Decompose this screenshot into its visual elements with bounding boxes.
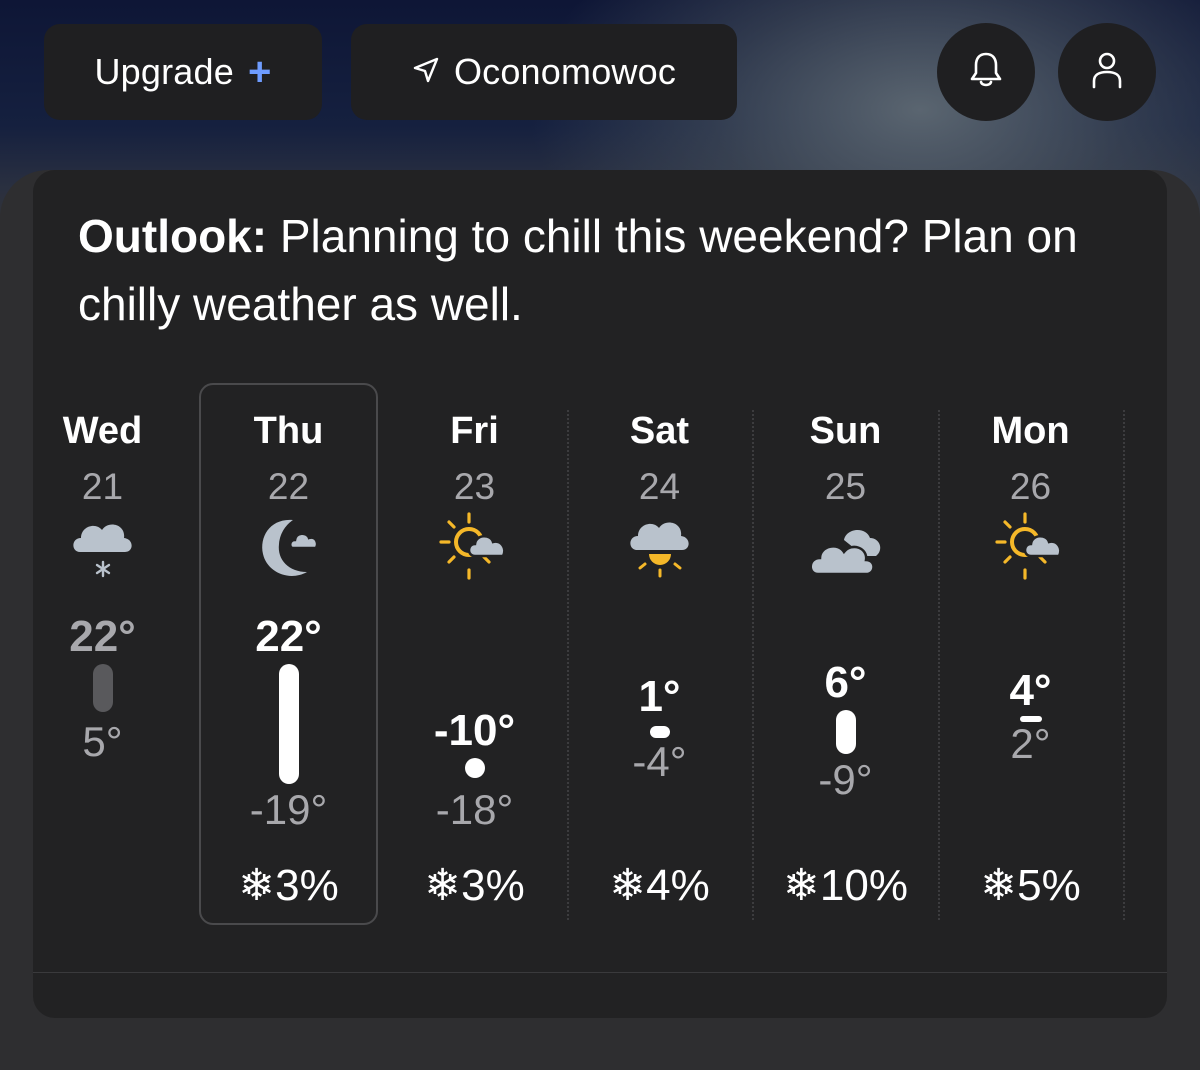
day-column-mon[interactable]: Mon 26 4° 2° ❄5% [938, 410, 1123, 930]
day-name: Thu [253, 410, 324, 452]
day-date: 25 [824, 466, 867, 507]
day-name: Mon [991, 410, 1070, 452]
high-temp: 22° [69, 612, 136, 661]
high-temp: -10° [433, 706, 516, 755]
low-temp: -9° [818, 756, 873, 803]
partly-cloudy-night-icon [196, 510, 381, 600]
outlook-label: Outlook: [78, 210, 268, 262]
day-name: Sat [629, 410, 690, 452]
notifications-button[interactable] [937, 23, 1035, 121]
temp-range-bar [278, 664, 299, 784]
location-button[interactable]: Oconomowoc [351, 24, 737, 120]
snow-chance: ❄10% [783, 861, 908, 910]
high-temp: 4° [1009, 666, 1052, 715]
snow-chance: ❄5% [980, 861, 1081, 910]
partly-sunny-icon [382, 510, 567, 600]
day-name: Wed [62, 410, 143, 452]
snow-cloud-icon [10, 510, 195, 600]
snowflake-icon: ❄ [238, 861, 276, 910]
low-temp: -18° [435, 786, 514, 833]
location-label: Oconomowoc [453, 51, 677, 92]
snowflake-icon: ❄ [980, 861, 1018, 910]
cloudy-icon [753, 510, 938, 600]
low-temp: 2° [1010, 720, 1051, 767]
day-date: 22 [267, 466, 310, 507]
temp-range-bar [649, 726, 670, 738]
day-date: 24 [638, 466, 681, 507]
low-temp: -19° [249, 786, 328, 833]
day-date: 21 [81, 466, 124, 507]
temp-range-bar [835, 710, 856, 754]
temp-range-bar [464, 758, 485, 778]
partly-sunny-icon [938, 510, 1123, 600]
low-temp: -4° [632, 738, 687, 785]
high-temp: 6° [824, 658, 867, 707]
snow-chance: ❄4% [609, 861, 710, 910]
user-icon [1085, 48, 1129, 97]
low-temp: 5° [82, 718, 123, 765]
day-column-wed[interactable]: Wed 21 22° 5° [10, 410, 195, 930]
snow-chance: ❄3% [238, 861, 339, 910]
upgrade-button[interactable]: Upgrade + [44, 24, 322, 120]
snowflake-icon: ❄ [424, 861, 462, 910]
cloud-sun-icon [567, 510, 752, 600]
location-arrow-icon [412, 51, 440, 93]
upgrade-label: Upgrade [94, 51, 234, 92]
snowflake-icon: ❄ [783, 861, 820, 910]
day-column-fri[interactable]: Fri 23 -10° -18° ❄3% [382, 410, 567, 930]
temp-range-bar [92, 664, 113, 712]
high-temp: 22° [255, 612, 322, 661]
day-date: 26 [1009, 466, 1052, 507]
divider [33, 972, 1167, 973]
outlook-text: Outlook: Planning to chill this weekend?… [78, 202, 1128, 338]
day-name: Sun [809, 410, 882, 452]
snowflake-icon: ❄ [609, 861, 647, 910]
day-column-thu[interactable]: Thu 22 22° -19° ❄3% [196, 410, 381, 930]
day-column-sat[interactable]: Sat 24 1° -4° ❄4% [567, 410, 752, 930]
day-column-sun[interactable]: Sun 25 6° -9° ❄10% [753, 410, 938, 930]
profile-button[interactable] [1058, 23, 1156, 121]
bell-icon [964, 48, 1008, 97]
day-name: Fri [450, 410, 499, 452]
plus-icon: + [247, 49, 272, 94]
high-temp: 1° [638, 672, 681, 721]
day-date: 23 [453, 466, 496, 507]
divider [1123, 410, 1125, 920]
snow-chance: ❄3% [424, 861, 525, 910]
